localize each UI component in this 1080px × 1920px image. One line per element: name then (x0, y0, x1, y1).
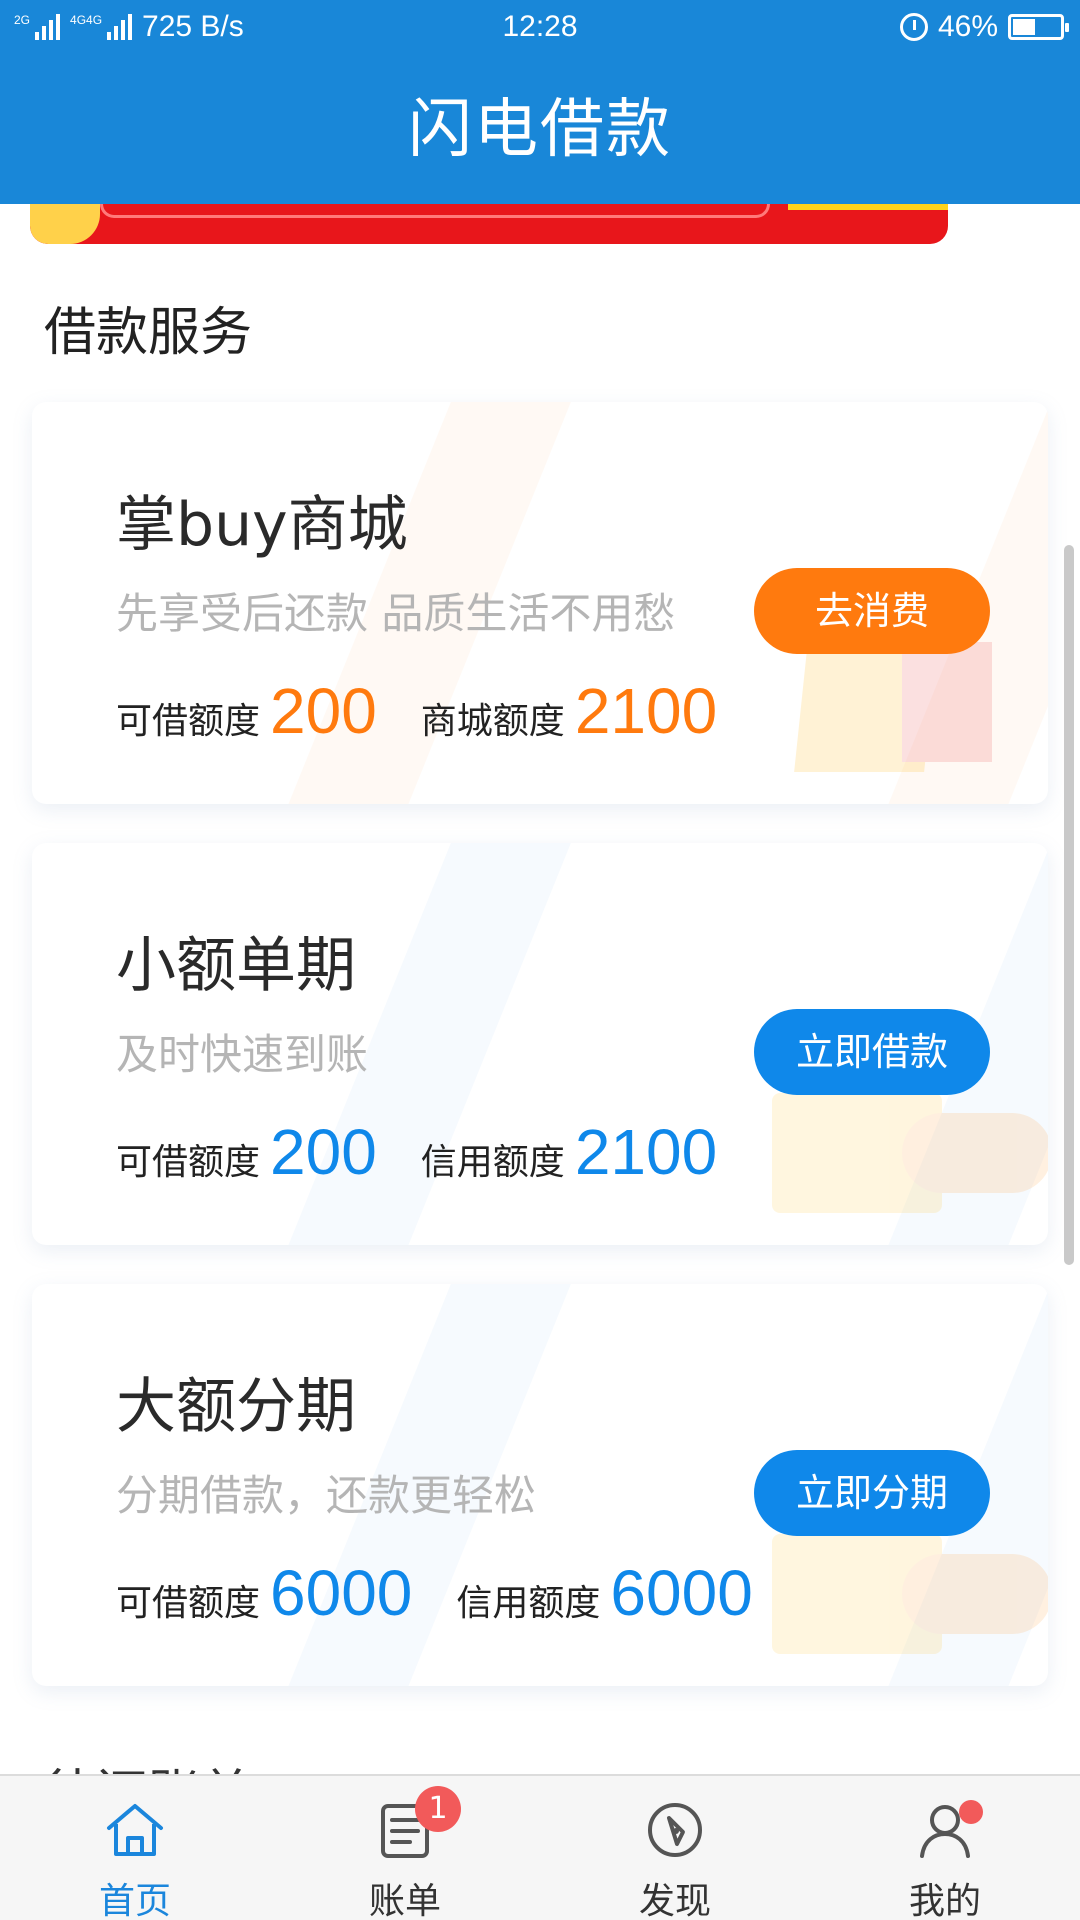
card-stats: 可借额度 6000 信用额度 6000 (116, 1556, 797, 1630)
mall-limit-label: 商城额度 (420, 701, 565, 742)
status-right: 46% (899, 10, 1069, 44)
tab-label: 账单 (368, 1881, 441, 1920)
credit-limit-value: 6000 (610, 1557, 753, 1629)
card-description: 及时快速到账 (116, 1030, 369, 1079)
tab-profile[interactable]: 我的 (810, 1776, 1080, 1920)
notification-dot (959, 1800, 983, 1824)
credit-limit-value: 2100 (574, 1116, 718, 1188)
available-limit-label: 可借额度 (116, 1583, 261, 1624)
tab-home[interactable]: 首页 (0, 1776, 270, 1920)
installment-now-button[interactable]: 立即分期 (754, 1450, 990, 1536)
bill-count-badge: 1 (415, 1786, 461, 1832)
app-screen: 2G 4G4G 725 B/s 12:28 46% 闪电借款 借款服务 掌buy… (0, 0, 1080, 1920)
cash-illustration-icon (772, 1524, 1048, 1654)
available-limit-value: 6000 (270, 1557, 413, 1629)
available-limit-label: 可借额度 (116, 701, 261, 742)
loan-card-mall[interactable]: 掌buy商城 先享受后还款 品质生活不用愁 去消费 可借额度 200 商城额度 … (32, 402, 1048, 804)
available-limit-value: 200 (270, 675, 377, 747)
card-description: 分期借款，还款更轻松 (116, 1471, 537, 1520)
available-limit-value: 200 (270, 1116, 377, 1188)
tab-discover[interactable]: 发现 (540, 1776, 810, 1920)
tab-bills[interactable]: 1 账单 (270, 1776, 540, 1920)
tab-label: 首页 (98, 1881, 171, 1920)
available-limit-label: 可借额度 (116, 1142, 261, 1183)
credit-limit-label: 信用额度 (456, 1583, 601, 1624)
card-title: 大额分期 (116, 1372, 356, 1442)
loan-card-small[interactable]: 小额单期 及时快速到账 立即借款 可借额度 200 信用额度 2100 (32, 843, 1048, 1245)
status-bar: 2G 4G4G 725 B/s 12:28 46% (0, 0, 1080, 56)
card-stats: 可借额度 200 商城额度 2100 (116, 674, 761, 748)
loan-card-installment[interactable]: 大额分期 分期借款，还款更轻松 立即分期 可借额度 6000 信用额度 6000 (32, 1284, 1048, 1686)
home-icon (107, 1804, 163, 1856)
bottom-tab-bar: 首页 1 账单 发现 我的 (0, 1774, 1080, 1920)
scrollbar[interactable] (1064, 545, 1074, 1265)
card-stats: 可借额度 200 信用额度 2100 (116, 1115, 761, 1189)
borrow-now-button[interactable]: 立即借款 (754, 1009, 990, 1095)
card-description: 先享受后还款 品质生活不用愁 (116, 589, 676, 638)
battery-icon (1008, 14, 1069, 40)
tab-label: 我的 (908, 1881, 981, 1920)
mall-limit-value: 2100 (574, 675, 718, 747)
compass-icon (648, 1803, 702, 1857)
card-title: 小额单期 (116, 931, 356, 1001)
alarm-icon (899, 13, 928, 41)
battery-fill (1013, 19, 1035, 35)
section-title: 借款服务 (44, 303, 253, 363)
page-title: 闪电借款 (0, 56, 1080, 204)
tab-label: 发现 (638, 1881, 711, 1920)
battery-percent: 46% (937, 10, 998, 43)
credit-limit-label: 信用额度 (420, 1142, 565, 1183)
card-title: 掌buy商城 (116, 490, 408, 560)
go-shopping-button[interactable]: 去消费 (754, 568, 990, 654)
cash-illustration-icon (772, 1083, 1048, 1213)
